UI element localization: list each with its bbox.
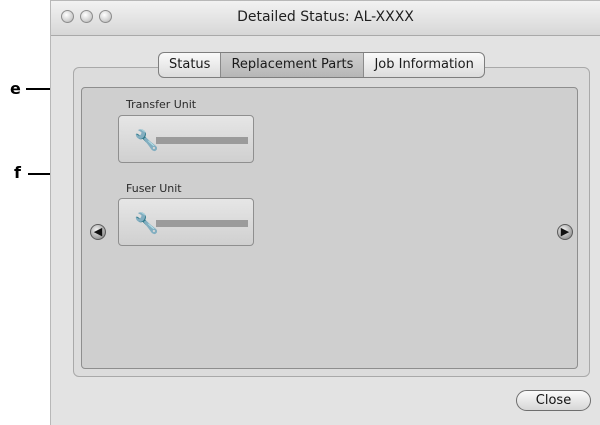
next-button[interactable]: ▶	[557, 224, 573, 240]
close-button[interactable]: Close	[516, 390, 591, 411]
fuser-unit-status: 🔧	[118, 198, 254, 246]
callout-e: e	[10, 79, 21, 98]
tab-replacement-parts[interactable]: Replacement Parts	[221, 53, 365, 77]
previous-button[interactable]: ◀	[90, 224, 106, 240]
tab-job-information[interactable]: Job Information	[364, 53, 483, 77]
left-arrow-icon: ◀	[93, 225, 103, 238]
title-bar: Detailed Status: AL-XXXX	[51, 1, 600, 36]
fuser-unit-label: Fuser Unit	[126, 182, 182, 195]
transfer-unit-label: Transfer Unit	[126, 98, 197, 111]
transfer-unit-meter	[156, 137, 248, 144]
fuser-unit-meter	[156, 220, 248, 227]
tab-bar: Status Replacement Parts Job Information	[158, 52, 485, 78]
window-title: Detailed Status: AL-XXXX	[237, 9, 414, 25]
callout-f: f	[14, 163, 21, 182]
right-arrow-icon: ▶	[560, 225, 570, 238]
transfer-unit-status: 🔧	[118, 115, 254, 163]
tab-status[interactable]: Status	[159, 53, 222, 77]
detailed-status-window: Detailed Status: AL-XXXX Status Replacem…	[50, 0, 600, 425]
replacement-parts-panel: Transfer Unit 🔧 Fuser Unit 🔧 ◀ ▶	[81, 87, 578, 369]
